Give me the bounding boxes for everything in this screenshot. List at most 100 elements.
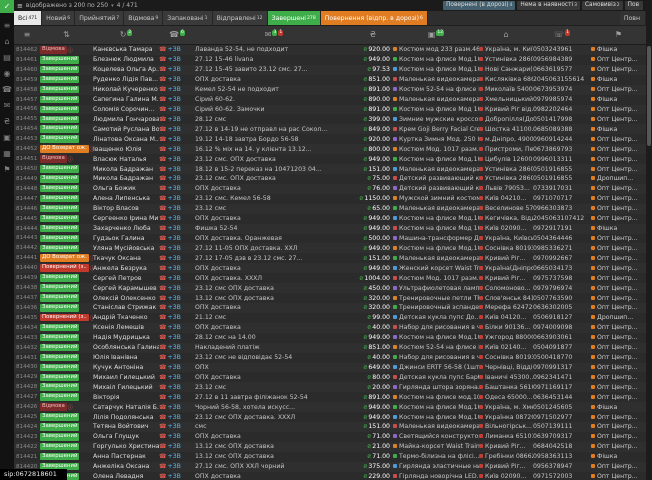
call-link[interactable]: +ЗВ xyxy=(167,314,180,321)
comment-cell[interactable]: Чорний 56-58, хотела искусс... xyxy=(195,404,353,411)
comment-cell[interactable]: ОПХ доставка xyxy=(195,304,353,311)
comments-column-icon[interactable]: ✉31 xyxy=(195,30,353,40)
call-link[interactable]: +ЗВ xyxy=(167,235,180,242)
order-row[interactable]: 814449ЗавершенийМикола Бадражан☎+ЗВ23.12… xyxy=(14,174,646,184)
order-row[interactable]: 814435Повернений (з..ⓘАндрій Ткаченко☎+З… xyxy=(14,313,646,323)
product-cell[interactable]: Зимние мужские кроссовки (1... xyxy=(393,116,479,123)
order-row[interactable]: 814424ЗавершенийТетяна Войтович☎+ЗВсмс₴1… xyxy=(14,422,646,432)
product-cell[interactable]: Костюм 52-54 на флисе Мод.10... xyxy=(393,86,479,93)
phone-icon[interactable]: ☎ xyxy=(159,364,166,371)
call-link[interactable]: +ЗВ xyxy=(167,255,180,262)
product-cell[interactable]: Костюм Мод. 1017 разм. у 599.00... xyxy=(393,146,479,153)
product-cell[interactable]: Костюм на флисе Мод.1014 (та... xyxy=(393,156,479,163)
comment-cell[interactable]: 19.12 14-18 завтра Бордо 56-58 xyxy=(195,136,353,143)
phone-icon[interactable]: ☎ xyxy=(159,66,166,73)
product-cell[interactable]: Гирлянда штора зоряна... xyxy=(393,384,479,391)
tab-всі[interactable]: Всі471 xyxy=(14,11,42,25)
status-badge[interactable]: Завершений xyxy=(40,96,79,104)
status-badge[interactable]: Завершений xyxy=(40,76,79,84)
phone-icon[interactable]: ☎ xyxy=(159,295,166,302)
status-badge[interactable]: Завершений xyxy=(40,195,79,203)
status-badge[interactable]: Завершений xyxy=(40,383,79,391)
call-link[interactable]: +ЗВ xyxy=(167,404,180,411)
client-name[interactable]: Андрій Ткаченко xyxy=(93,314,148,321)
filter-chip[interactable]: Самовивіз2 xyxy=(582,1,623,10)
status-badge[interactable]: Завершений xyxy=(40,215,79,223)
phone-icon[interactable]: ☎ xyxy=(159,215,166,222)
product-cell[interactable]: Термо-білизна на флісі... xyxy=(393,453,479,460)
comment-cell[interactable]: 16.12 % міх на 14. у клієнта 13.12... xyxy=(195,146,353,153)
call-link[interactable]: +ЗВ xyxy=(167,66,180,73)
client-name[interactable]: Соломія Сорочин... xyxy=(93,106,154,113)
comment-cell[interactable]: 23.12 смс ОПХ доставка. ХХХЛ xyxy=(195,414,353,421)
status-badge[interactable]: Завершений xyxy=(40,324,79,332)
call-link[interactable]: +ЗВ xyxy=(167,46,180,53)
client-name[interactable]: Іващенко Юлія xyxy=(93,146,142,153)
call-link[interactable]: +ЗВ xyxy=(167,136,180,143)
status-badge[interactable]: Завершений xyxy=(40,354,79,362)
phone-icon[interactable]: ☎ xyxy=(159,463,166,470)
product-cell[interactable]: Костюм на флисе Мод.1014 (та... xyxy=(393,215,479,222)
client-name[interactable]: Власюк Наталья xyxy=(93,156,146,163)
client-phone[interactable]: 0960914244 xyxy=(533,136,572,143)
product-cell[interactable]: Машина-трансформер Джип... xyxy=(393,235,479,242)
product-cell[interactable]: Костюм мод 233 разм.46-58 (Т... xyxy=(393,46,479,53)
order-row[interactable]: 814458ЗавершенийНиколай Кучеренко☎+ЗВКем… xyxy=(14,85,646,95)
comment-cell[interactable]: 28.12 смс xyxy=(195,116,353,123)
phone-icon[interactable]: ☎ xyxy=(159,225,166,232)
client-name[interactable]: Особлянська Галина В... xyxy=(93,344,159,351)
mail-icon[interactable]: ✉ xyxy=(4,101,11,110)
client-name[interactable]: Коцелева Ольга Ар... xyxy=(93,66,159,73)
product-cell[interactable]: Костюм на флисе Мод 1014 (т... xyxy=(393,106,479,113)
comment-cell[interactable]: 13.12 смс ОПХ доставка xyxy=(195,295,353,302)
comment-cell[interactable]: 23.12 смс не відповідає 52-54 xyxy=(195,354,353,361)
client-phone[interactable]: 0996013311 xyxy=(533,156,572,163)
call-link[interactable]: +ЗВ xyxy=(167,106,180,113)
product-cell[interactable]: Детская кукла пупс До... xyxy=(393,314,479,321)
client-phone[interactable]: 0504091877 xyxy=(533,344,572,351)
call-link[interactable]: +ЗВ xyxy=(167,364,180,371)
client-phone[interactable]: 0639709317 xyxy=(533,433,572,440)
client-phone[interactable]: 0970991317 xyxy=(533,364,572,371)
phone-icon[interactable]: ☎ xyxy=(159,136,166,143)
product-cell[interactable]: Тренировочные петли TRX Train... xyxy=(393,295,479,302)
payment-column-icon[interactable]: ₴ xyxy=(353,30,393,40)
phone-icon[interactable]: ☎ xyxy=(159,354,166,361)
order-row[interactable]: 814427ЗавершенийВікторія☎+ЗВ27.12 в 11 з… xyxy=(14,392,646,402)
client-name[interactable]: Анна Пастернак xyxy=(93,453,146,460)
comment-cell[interactable]: Сірий 60-62. xyxy=(195,96,353,103)
status-badge[interactable]: Відмова xyxy=(40,403,67,411)
order-row[interactable]: 814453ЗавершенийЛінатова Оксана М...☎+ЗВ… xyxy=(14,134,646,144)
client-name[interactable]: Віктор Власов xyxy=(93,205,139,212)
phone-icon[interactable]: ☎ xyxy=(159,334,166,341)
phone-icon[interactable]: ☎ xyxy=(159,255,166,262)
product-cell[interactable]: Костюм Мод. 1017 разм. у 599.00... xyxy=(393,275,479,282)
comment-cell[interactable]: 13.12 смс ОПХ доставка xyxy=(195,453,353,460)
comment-cell[interactable]: 23.12 смс. Кемел 56-58 xyxy=(195,195,353,202)
client-phone[interactable]: 0504364446 xyxy=(533,235,572,242)
phone-icon[interactable]: ☎ xyxy=(159,265,166,272)
order-row[interactable]: 814428ЗавершенийМихаіл Гилецький☎+ЗВ23.1… xyxy=(14,382,646,392)
phone-icon[interactable]: ☎ xyxy=(159,126,166,133)
order-row[interactable]: 814426ВідмоваⓘСатарчук Наталія Б...☎+ЗВЧ… xyxy=(14,402,646,412)
phone-icon[interactable]: ☎ xyxy=(159,423,166,430)
product-cell[interactable]: Костюм на флисе Мод 1014 (т... xyxy=(393,225,479,232)
phone-icon[interactable]: ☎ xyxy=(159,245,166,252)
comment-cell[interactable]: Сірий 60-62. Замочки xyxy=(195,106,353,113)
client-name[interactable]: Сергеенко Ірина Ми... xyxy=(93,215,159,222)
order-row[interactable]: 814444ЗавершенийЗахарченко Люба☎+ЗВФишка… xyxy=(14,224,646,234)
phone-icon[interactable]: ☎ xyxy=(159,443,166,450)
call-link[interactable]: +ЗВ xyxy=(167,195,180,202)
status-badge[interactable]: Відмова xyxy=(40,46,67,54)
order-row[interactable]: 814440Повернений (з..ⓘАнжела Безрука☎+ЗВ… xyxy=(14,263,646,273)
phone-icon[interactable]: ☎ xyxy=(159,404,166,411)
status-badge[interactable]: Завершений xyxy=(40,284,79,292)
client-phone[interactable]: 0971070717 xyxy=(533,195,572,202)
status-badge[interactable]: Повернений (з.. xyxy=(40,264,89,272)
status-badge[interactable]: ДО Возврат ож. xyxy=(40,145,89,153)
phone-icon[interactable]: ☎ xyxy=(159,285,166,292)
supplier-column-icon[interactable]: ⚑ xyxy=(591,30,646,40)
comment-cell[interactable]: 23.12 смс ОПХ доставка xyxy=(195,285,353,292)
tab-запаковані[interactable]: Запаковані1 xyxy=(163,11,212,25)
client-name[interactable]: Сатарчук Наталія Б... xyxy=(93,404,159,411)
